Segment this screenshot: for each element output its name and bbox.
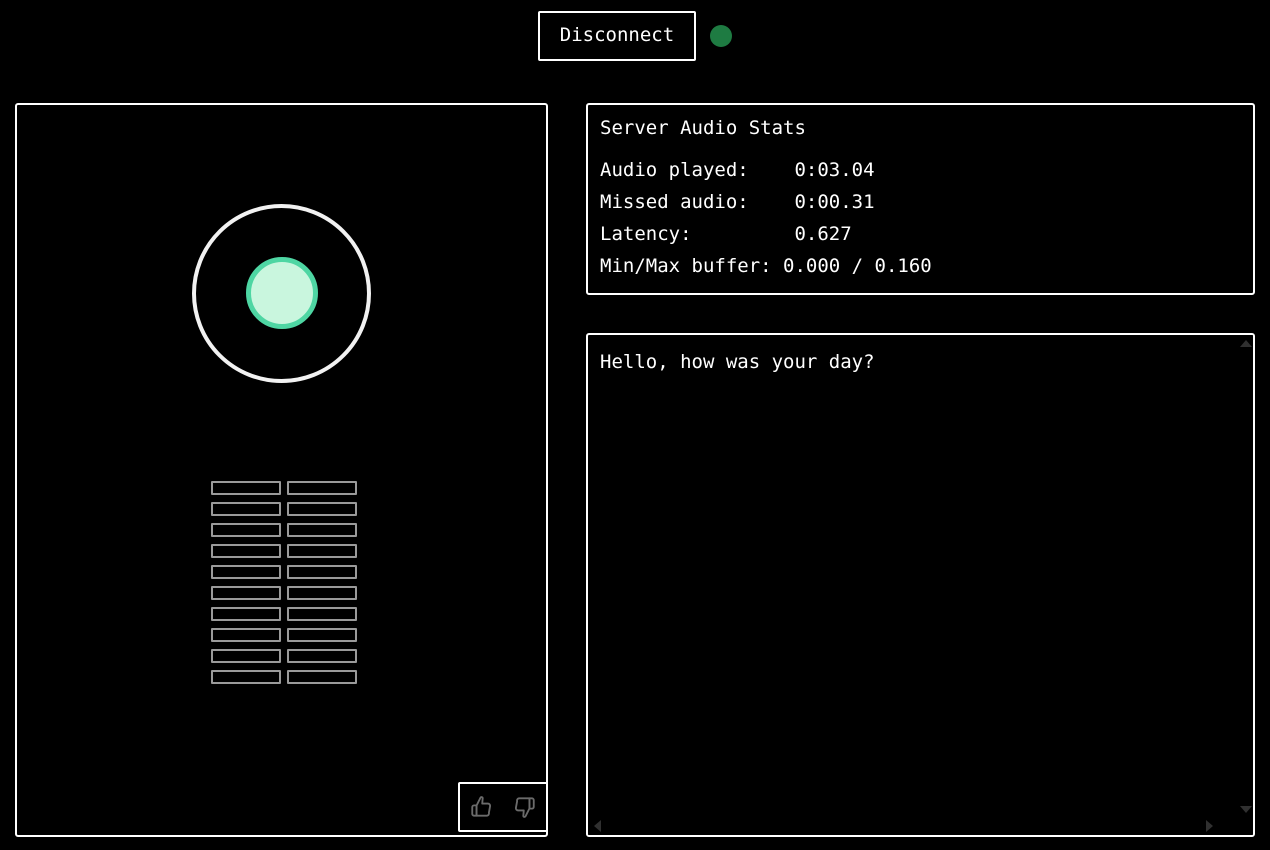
stat-row: Min/Max buffer: 0.000 / 0.160 xyxy=(600,255,932,277)
bar-4-left xyxy=(211,544,281,558)
bar-5-left xyxy=(211,565,281,579)
scrollbar-up-arrow-icon[interactable] xyxy=(1240,340,1252,347)
scrollbar-right-arrow-icon[interactable] xyxy=(1206,820,1213,832)
bar-2-right xyxy=(287,502,357,516)
bar-6-right xyxy=(287,586,357,600)
top-bar-controls: Disconnect xyxy=(537,11,733,61)
scrollbar-corner xyxy=(1236,818,1253,835)
bar-1-left xyxy=(211,481,281,495)
thumbs-down-button[interactable] xyxy=(509,792,539,822)
bar-10-right xyxy=(287,670,357,684)
bar-4-right xyxy=(287,544,357,558)
bar-8-right xyxy=(287,628,357,642)
visualizer-panel xyxy=(15,103,548,837)
audio-orb-ring xyxy=(192,203,371,383)
top-bar: Disconnect xyxy=(0,0,1270,90)
bar-2-left xyxy=(211,502,281,516)
transcript-panel[interactable]: Hello, how was your day? xyxy=(586,333,1255,837)
bar-7-right xyxy=(287,607,357,621)
transcript-textarea[interactable]: Hello, how was your day? xyxy=(588,335,1219,801)
stat-row: Latency: 0.627 xyxy=(600,223,852,245)
thumbs-up-button[interactable] xyxy=(467,792,497,822)
server-audio-stats-panel: Server Audio Stats Audio played: 0:03.04… xyxy=(586,103,1255,295)
audio-orb-core xyxy=(245,257,318,329)
bar-10-left xyxy=(211,670,281,684)
bar-9-left xyxy=(211,649,281,663)
thumbs-up-icon xyxy=(469,794,495,820)
bar-3-right xyxy=(287,523,357,537)
vertical-scrollbar[interactable] xyxy=(1236,335,1253,818)
stat-row: Audio played: 0:03.04 xyxy=(600,159,875,181)
stats-title: Server Audio Stats xyxy=(600,117,806,139)
audio-orb xyxy=(17,198,546,388)
audio-level-meter xyxy=(211,481,361,684)
stats-rows: Audio played: 0:03.04 Missed audio: 0:00.… xyxy=(600,154,1253,282)
bar-5-right xyxy=(287,565,357,579)
scrollbar-left-arrow-icon[interactable] xyxy=(594,820,601,832)
bar-7-left xyxy=(211,607,281,621)
scrollbar-down-arrow-icon[interactable] xyxy=(1240,806,1252,813)
horizontal-scrollbar[interactable] xyxy=(588,818,1236,835)
bar-9-right xyxy=(287,649,357,663)
bar-6-left xyxy=(211,586,281,600)
connected-status-dot xyxy=(710,25,733,47)
feedback-controls xyxy=(458,782,548,832)
bar-8-left xyxy=(211,628,281,642)
stat-row: Missed audio: 0:00.31 xyxy=(600,191,875,213)
thumbs-down-icon xyxy=(511,794,537,820)
disconnect-button[interactable]: Disconnect xyxy=(537,11,697,61)
bar-3-left xyxy=(211,523,281,537)
bar-1-right xyxy=(287,481,357,495)
